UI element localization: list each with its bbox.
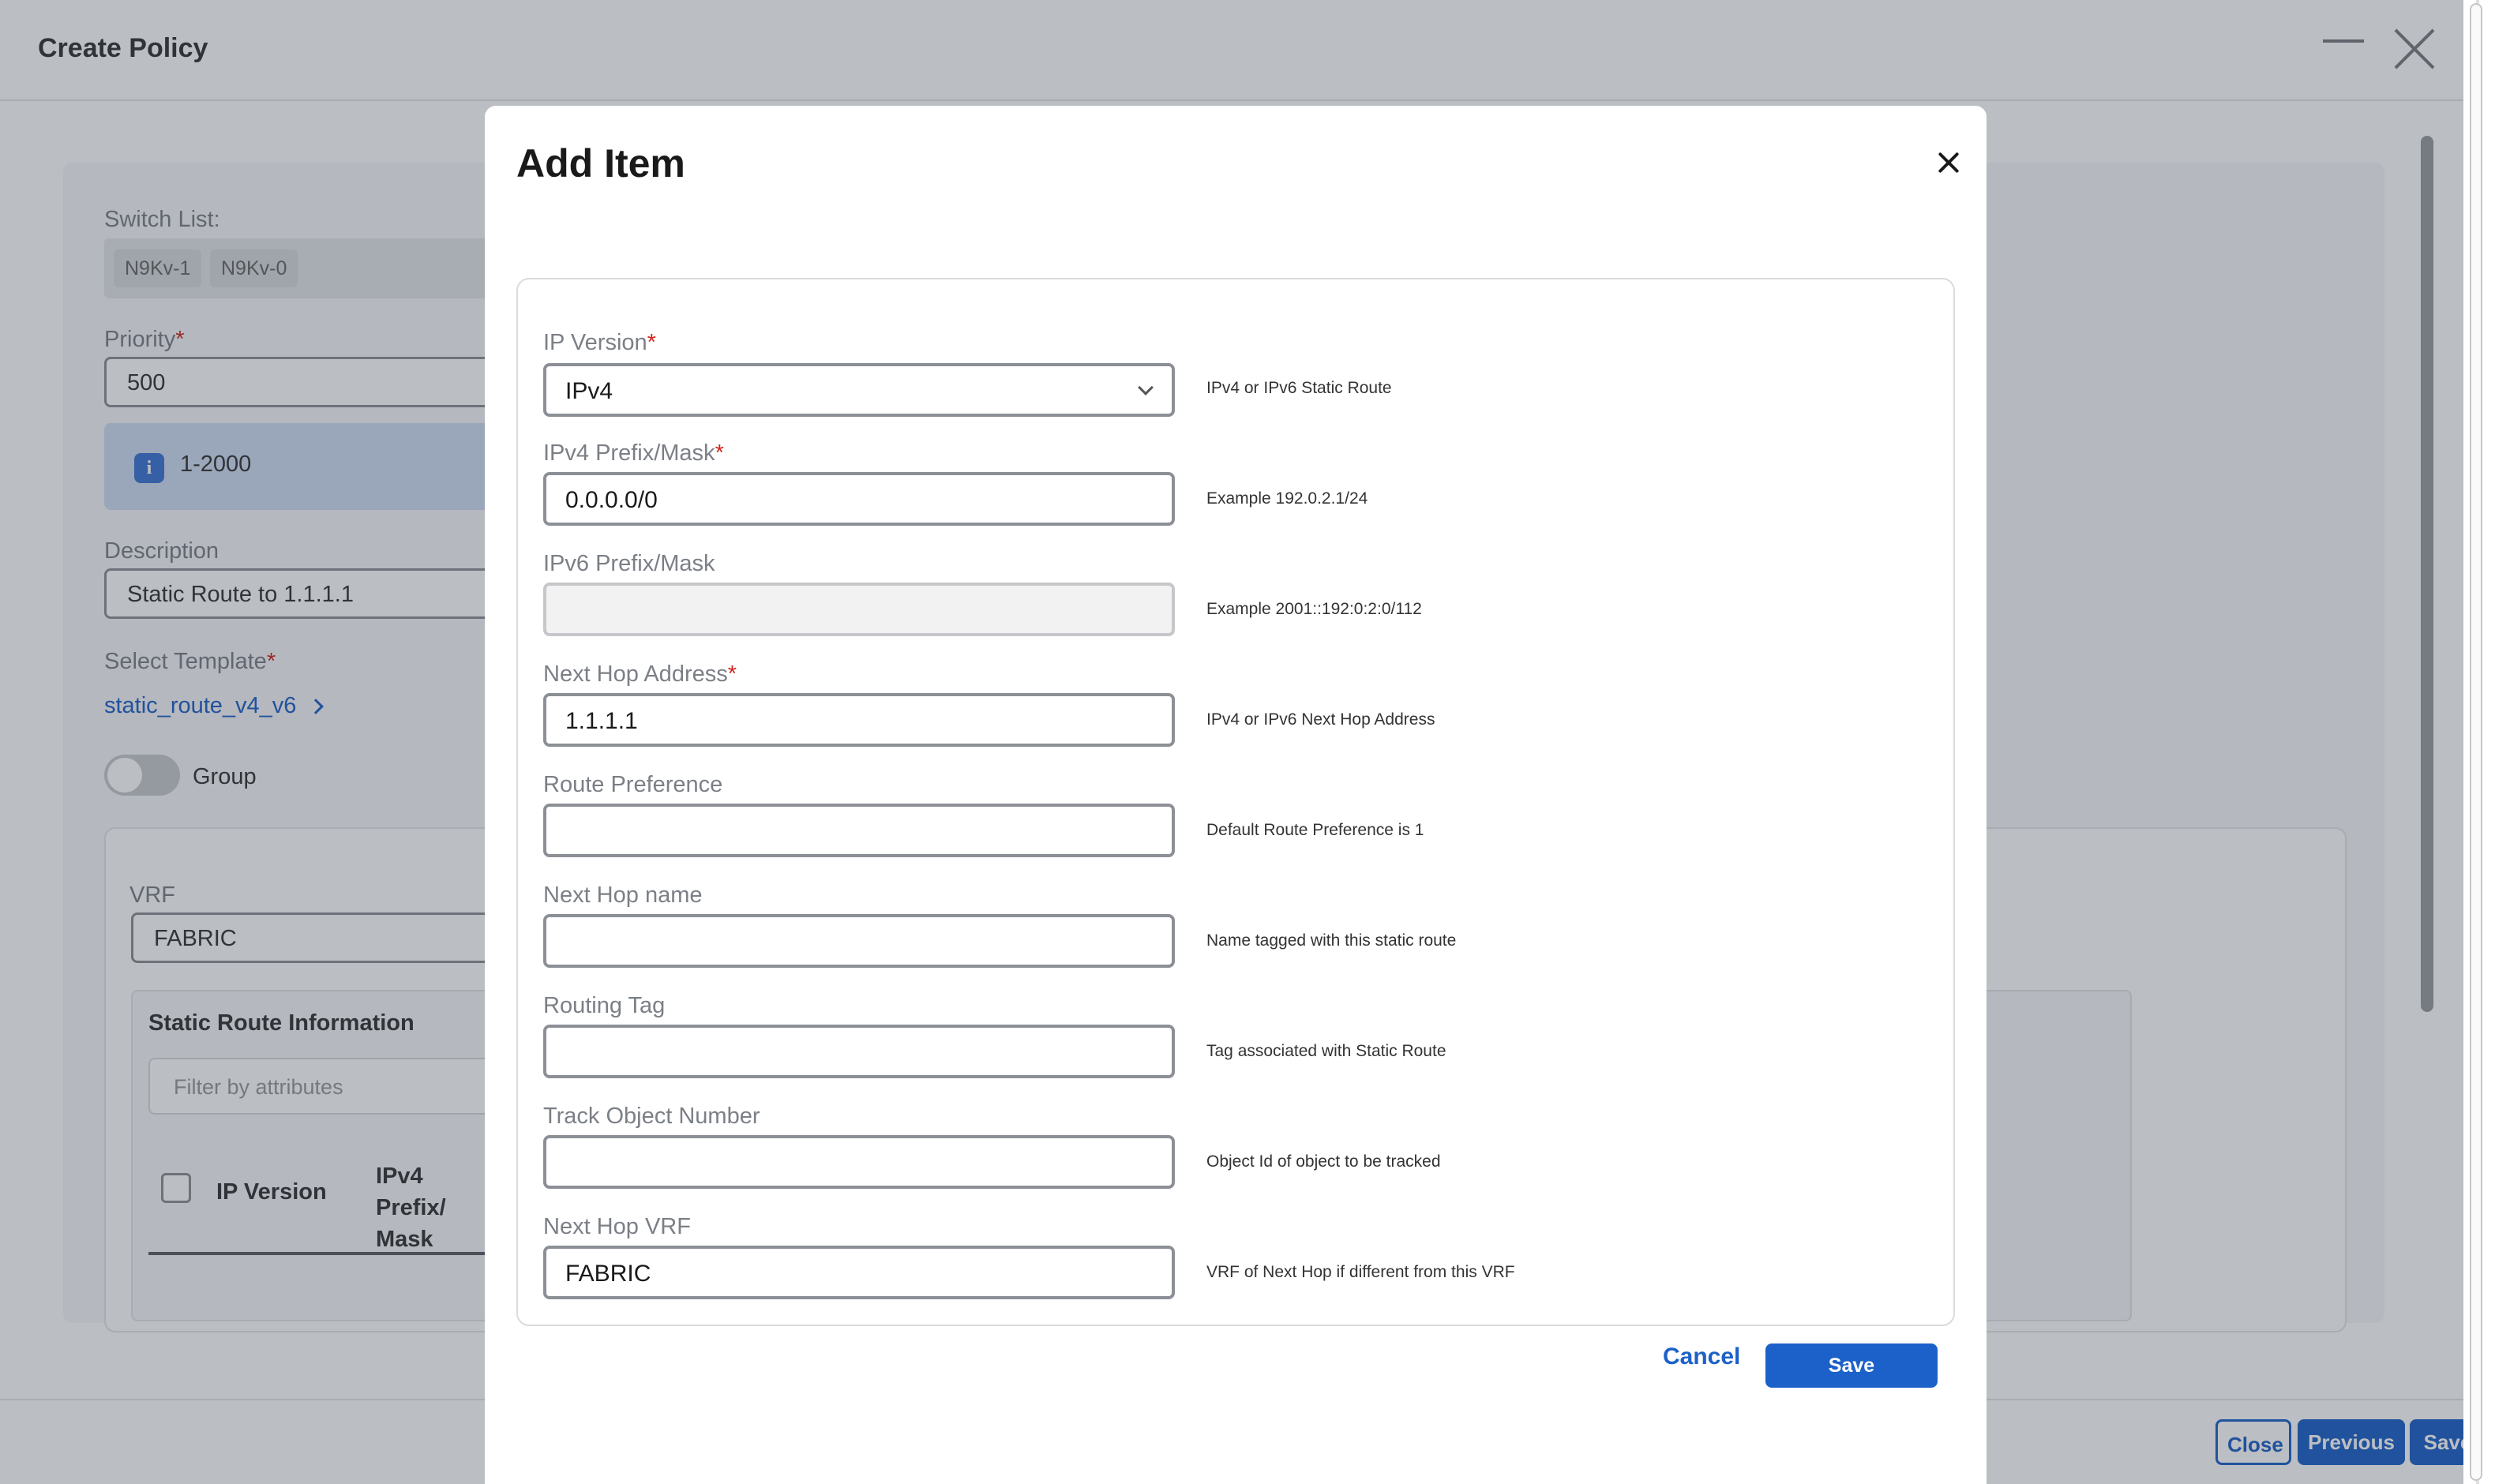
ip-version-value: IPv4 bbox=[565, 378, 613, 404]
close-icon[interactable] bbox=[1938, 152, 1960, 174]
cancel-button[interactable]: Cancel bbox=[1660, 1339, 1743, 1375]
route-preference-input[interactable] bbox=[543, 804, 1175, 857]
ipv6-prefix-label: IPv6 Prefix/Mask bbox=[543, 551, 715, 576]
next-hop-name-help: Name tagged with this static route bbox=[1206, 931, 1457, 950]
next-hop-name-label: Next Hop name bbox=[543, 883, 703, 908]
routing-tag-help: Tag associated with Static Route bbox=[1206, 1042, 1446, 1060]
next-hop-vrf-label: Next Hop VRF bbox=[543, 1214, 691, 1239]
route-preference-label: Route Preference bbox=[543, 772, 723, 797]
save-button[interactable]: Save bbox=[1765, 1343, 1938, 1388]
add-item-dialog: Add Item IP Version* IPv4 IPv4 or IPv6 S… bbox=[485, 106, 1987, 1484]
next-hop-vrf-input[interactable]: FABRIC bbox=[543, 1246, 1175, 1299]
routing-tag-label: Routing Tag bbox=[543, 993, 666, 1018]
routing-tag-input[interactable] bbox=[543, 1025, 1175, 1078]
next-hop-address-help: IPv4 or IPv6 Next Hop Address bbox=[1206, 710, 1435, 729]
ip-version-help: IPv4 or IPv6 Static Route bbox=[1206, 379, 1392, 397]
ip-version-label: IP Version* bbox=[543, 330, 656, 355]
route-preference-help: Default Route Preference is 1 bbox=[1206, 821, 1424, 839]
ipv4-prefix-help: Example 192.0.2.1/24 bbox=[1206, 489, 1368, 508]
next-hop-address-input[interactable]: 1.1.1.1 bbox=[543, 693, 1175, 747]
ipv4-prefix-input[interactable]: 0.0.0.0/0 bbox=[543, 472, 1175, 526]
dialog-title: Add Item bbox=[516, 141, 685, 186]
ipv6-prefix-help: Example 2001::192:0:2:0/112 bbox=[1206, 600, 1422, 618]
window-scrollbar[interactable] bbox=[2470, 3, 2482, 1481]
track-object-number-label: Track Object Number bbox=[543, 1104, 760, 1129]
ip-version-select[interactable]: IPv4 bbox=[543, 363, 1175, 417]
chevron-down-icon bbox=[1138, 380, 1154, 395]
ipv6-prefix-input bbox=[543, 583, 1175, 636]
next-hop-vrf-help: VRF of Next Hop if different from this V… bbox=[1206, 1263, 1515, 1281]
next-hop-address-label: Next Hop Address* bbox=[543, 661, 737, 687]
next-hop-name-input[interactable] bbox=[543, 914, 1175, 968]
ipv4-prefix-label: IPv4 Prefix/Mask* bbox=[543, 440, 724, 466]
track-object-number-help: Object Id of object to be tracked bbox=[1206, 1152, 1441, 1171]
track-object-number-input[interactable] bbox=[543, 1135, 1175, 1189]
